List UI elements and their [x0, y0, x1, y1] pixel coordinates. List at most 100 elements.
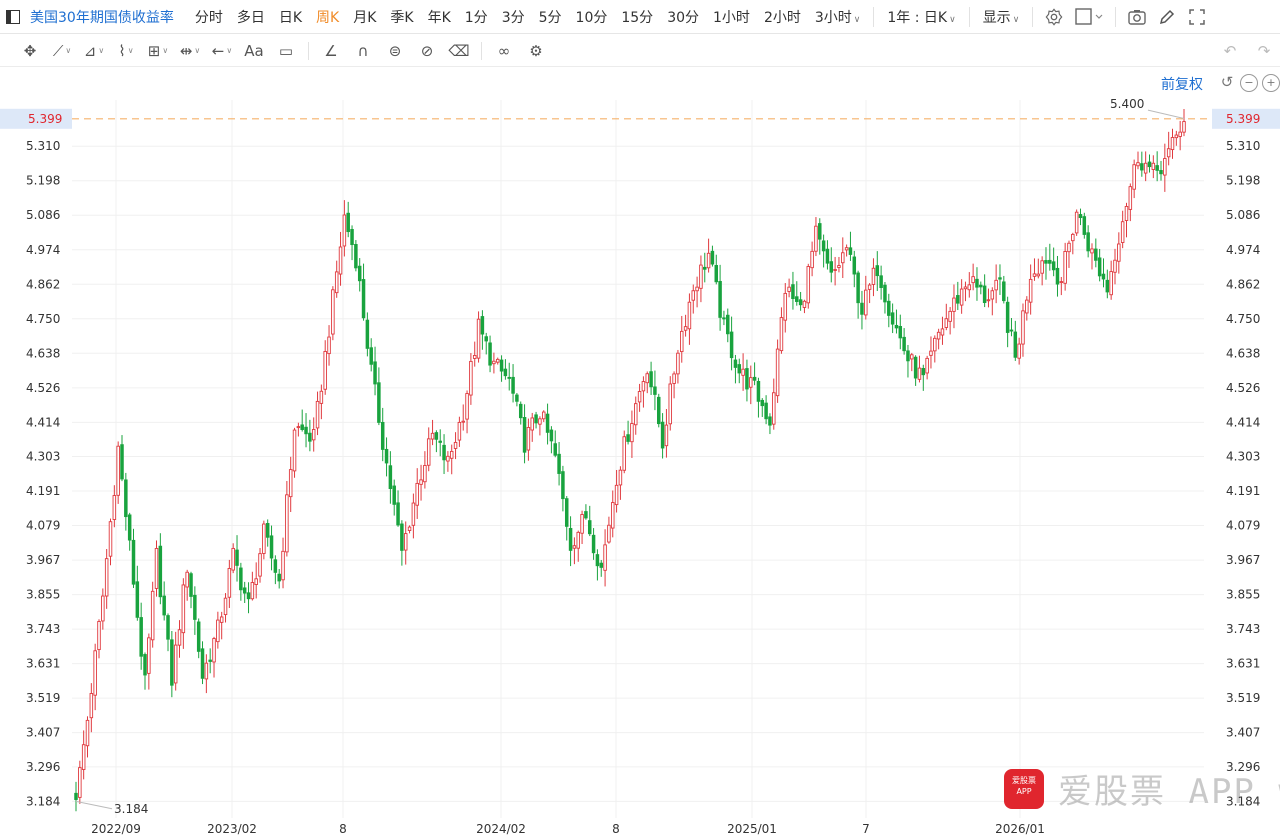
y-tick-label: 4.079 [26, 519, 60, 533]
candle-body [212, 638, 216, 663]
candle [200, 641, 205, 685]
candle-body [216, 619, 220, 643]
trendline-icon[interactable]: ⟋ ∨ [46, 37, 78, 65]
link-icon[interactable]: ∞ [488, 37, 520, 65]
tf-minute[interactable]: 分时 [188, 7, 230, 27]
trash-icon[interactable]: ⌫ [443, 37, 475, 65]
settings-gear-icon[interactable] [1039, 2, 1069, 32]
candle [576, 530, 580, 562]
candle [649, 361, 653, 395]
candle [323, 340, 327, 395]
settings-icon[interactable]: ⚙ [520, 37, 552, 65]
candle-body [331, 289, 335, 335]
candle [116, 441, 120, 504]
camera-icon[interactable] [1122, 2, 1152, 32]
candle [760, 398, 765, 417]
tf-3hour-dropdown[interactable]: 3小时 ∨ [808, 7, 868, 27]
candle-body [78, 767, 82, 798]
zoom-in-icon[interactable]: + [1262, 74, 1280, 92]
tf-30min[interactable]: 30分 [660, 7, 706, 27]
tf-weekly[interactable]: 周K [309, 7, 346, 27]
x-tick-label: 8 [339, 822, 347, 836]
undo-icon[interactable]: ↶ [1214, 37, 1246, 65]
price-adjust-button[interactable]: 前复权 [1161, 74, 1203, 94]
toolbar-divider [1032, 6, 1034, 27]
y-tick-label: 4.862 [1226, 277, 1260, 291]
range-dropdown[interactable]: 1年 : 日K ∨ [880, 7, 962, 27]
candle [956, 281, 960, 311]
reset-icon[interactable]: ↺ [1218, 74, 1236, 92]
candle [691, 284, 696, 314]
text-icon[interactable]: Aa [238, 37, 270, 65]
fullscreen-icon[interactable] [1182, 2, 1212, 32]
candle-body [265, 523, 270, 538]
symbol-name[interactable]: 美国30年期国债收益率 [30, 7, 174, 27]
candle [561, 465, 565, 512]
tf-daily[interactable]: 日K [272, 7, 309, 27]
pencil-icon[interactable] [1152, 2, 1182, 32]
brush-icon[interactable]: ∠ [315, 37, 347, 65]
layout-square-icon[interactable] [1069, 2, 1109, 32]
candle-body [1147, 161, 1152, 168]
candle [703, 252, 707, 283]
display-dropdown[interactable]: 显示 ∨ [976, 7, 1027, 27]
tf-yearly[interactable]: 年K [421, 7, 458, 27]
candle [630, 410, 634, 458]
toolbar-divider [1115, 6, 1117, 27]
arrow-icon[interactable]: ← ∨ [206, 37, 238, 65]
candlestick-chart[interactable]: 3.184 3.296 3.407 3.519 3.631 3.743 3.855 3.967… [0, 96, 1280, 840]
tf-2hour[interactable]: 2小时 [757, 7, 808, 27]
y-tick-label: 4.191 [1226, 484, 1260, 498]
note-icon[interactable]: ▭ [270, 37, 302, 65]
hide-icon[interactable]: ⊘ [411, 37, 443, 65]
candle [925, 355, 929, 380]
redo-icon[interactable]: ↷ [1248, 37, 1280, 65]
display-label: 显示 [982, 9, 1011, 26]
magnet-icon[interactable]: ∩ [347, 37, 379, 65]
candle [1155, 151, 1159, 182]
tf-monthly[interactable]: 月K [346, 7, 383, 27]
fib-icon[interactable]: ⊞ ∨ [142, 37, 174, 65]
panel-toggle-icon[interactable] [6, 9, 20, 24]
candle-body [913, 356, 918, 379]
x-tick-label: 2024/02 [476, 822, 526, 836]
candle-body [434, 432, 439, 440]
candle [1021, 303, 1025, 357]
candle [1086, 225, 1090, 258]
candle-body [944, 318, 949, 328]
candle-body [825, 248, 830, 264]
tf-1hour[interactable]: 1小时 [706, 7, 757, 27]
candle-body [193, 594, 197, 620]
move-icon[interactable]: ✥ [14, 37, 46, 65]
candle-body [676, 352, 680, 375]
tf-multiday[interactable]: 多日 [230, 7, 272, 27]
zoom-out-icon[interactable]: − [1240, 74, 1258, 92]
tf-3min[interactable]: 3分 [495, 7, 532, 27]
tf-15min[interactable]: 15分 [614, 7, 660, 27]
tf-5min[interactable]: 5分 [532, 7, 569, 27]
candle [952, 284, 956, 329]
candle-body [1120, 221, 1125, 243]
lock-icon[interactable]: ⊜ [379, 37, 411, 65]
y-tick-label: 4.638 [26, 346, 60, 360]
candle-body [1044, 260, 1048, 264]
candle [300, 409, 304, 432]
tf-quarterly[interactable]: 季K [383, 7, 420, 27]
candle [495, 357, 500, 365]
channel-icon[interactable]: ⊿ ∨ [78, 37, 110, 65]
candle [986, 288, 991, 308]
tf-1min[interactable]: 1分 [458, 7, 495, 27]
watermark: 爱股票APP 爱股票 APP www.aigupiao.com [1004, 764, 1280, 813]
measure-icon[interactable]: ⇹ ∨ [174, 37, 206, 65]
candle-body [250, 582, 255, 600]
candle-body [93, 650, 97, 696]
candle-body [1132, 164, 1136, 190]
wave-icon[interactable]: ⌇ ∨ [110, 37, 142, 65]
candle-body [952, 297, 956, 312]
tf-10min[interactable]: 10分 [569, 7, 615, 27]
candle-body [557, 453, 561, 474]
candle [219, 611, 224, 640]
candle-body [595, 554, 600, 567]
candle [453, 432, 458, 460]
candle [844, 244, 849, 257]
